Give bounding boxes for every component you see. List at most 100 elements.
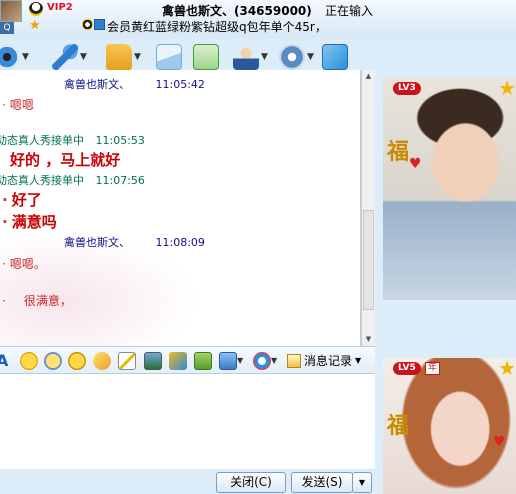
heart-icon: ♥ <box>409 156 422 172</box>
send-mail-icon <box>156 44 182 70</box>
format-toolbar: A ▼ ▼ 消息记录 ▼ <box>0 346 375 374</box>
vip-badge[interactable]: VIP2 <box>47 2 73 13</box>
magic-emoji-icon[interactable] <box>44 352 62 370</box>
message-body: 好的 ，马上就好 <box>10 151 121 169</box>
contact-show-photo[interactable]: LV3 ★ 福 ♥ <box>383 78 516 300</box>
message-input[interactable] <box>0 374 375 469</box>
contact-avatar[interactable] <box>0 0 22 22</box>
create-group-button[interactable] <box>193 42 219 72</box>
sender-name: 动态真人秀接单中 <box>0 174 84 187</box>
scroll-up-icon[interactable]: ▲ <box>363 71 374 82</box>
sender-name: 禽兽也斯文、 <box>64 236 130 249</box>
message-time: 11:08:09 <box>155 236 205 249</box>
message-header: 禽兽也斯文、 11:05:42 <box>64 76 205 92</box>
chevron-down-icon[interactable]: ▼ <box>22 52 29 62</box>
chevron-down-icon[interactable]: ▼ <box>307 52 314 62</box>
gift-icon[interactable] <box>93 352 111 370</box>
level-badge: LV5 <box>393 362 421 375</box>
message-text: · 很满意， <box>2 292 72 309</box>
qq-penguin-icon <box>29 2 43 16</box>
create-group-icon <box>193 44 219 70</box>
message-history[interactable]: 禽兽也斯文、 11:05:42 · 嗯嗯 动态真人秀接单中 11:05:53 好的… <box>0 70 361 346</box>
send-file-icon <box>106 44 132 70</box>
gear-icon <box>279 44 305 70</box>
message-record-label: 消息记录 <box>304 354 353 368</box>
heart-icon: ♥ <box>493 434 506 450</box>
message-text: · 满意吗 <box>2 211 57 232</box>
send-button[interactable]: 发送(S) <box>291 472 353 493</box>
chat-window-header: Q VIP2 ★ 禽兽也斯文、(34659000) 正在输入 会员黄红蓝绿粉紫钻… <box>0 0 516 38</box>
message-text: · 嗯嗯 <box>2 96 34 113</box>
soso-search-icon[interactable] <box>253 352 271 370</box>
message-header: 动态真人秀接单中 11:05:53 <box>0 132 145 148</box>
flower-decoration-icon: 福 <box>387 140 410 165</box>
scroll-down-icon[interactable]: ▼ <box>363 334 374 345</box>
bullet: · <box>2 98 6 112</box>
chat-scrollbar[interactable]: ▲ ▼ <box>361 70 375 346</box>
image-icon[interactable] <box>144 352 162 370</box>
message-header: 动态真人秀接单中 11:07:56 <box>0 172 145 188</box>
font-button[interactable]: A <box>0 352 14 370</box>
share-button[interactable] <box>322 42 348 72</box>
bullet: · <box>2 257 6 271</box>
music-icon[interactable] <box>169 352 187 370</box>
voice-call-button[interactable]: ▼ <box>52 42 87 72</box>
send-options-icon[interactable]: ▼ <box>352 472 372 493</box>
screenshot-icon[interactable] <box>219 352 237 370</box>
bottom-bar: 关闭(C) 发送(S) ▼ <box>0 469 375 494</box>
message-time: 11:05:53 <box>95 134 145 147</box>
video-call-button[interactable]: ▼ <box>0 42 29 72</box>
message-text: · 嗯嗯。 <box>2 255 46 272</box>
message-header: 禽兽也斯文、 11:08:09 <box>64 234 205 250</box>
star-icon: ★ <box>498 358 516 380</box>
chevron-down-icon[interactable]: ▼ <box>80 52 87 62</box>
typing-status: 正在输入 <box>325 4 374 18</box>
history-icon <box>287 353 301 368</box>
message-record-button[interactable]: 消息记录 ▼ <box>287 352 361 369</box>
message-text: · 好了 <box>2 189 42 210</box>
show-panel: LV3 ★ 福 ♥ LV5 年 ★ 福 ♥ <box>375 38 516 494</box>
game-icon[interactable] <box>194 352 212 370</box>
sender-name: 禽兽也斯文、 <box>64 78 130 91</box>
scroll-thumb[interactable] <box>363 210 374 310</box>
message-body: 好了 <box>11 191 42 209</box>
penguin-icon <box>82 19 93 30</box>
year-badge: 年 <box>425 362 441 375</box>
my-show-photo[interactable]: LV5 年 ★ 福 ♥ <box>383 358 516 494</box>
contact-signature: 会员黄红蓝绿粉紫钻超级q包年单个45r， <box>107 20 327 34</box>
voice-call-icon <box>52 44 78 70</box>
level-badge: LV3 <box>393 82 421 95</box>
message-body: 满意吗 <box>11 213 57 231</box>
close-button[interactable]: 关闭(C) <box>216 472 286 493</box>
remote-assist-button[interactable]: ▼ <box>233 42 268 72</box>
chevron-down-icon[interactable]: ▼ <box>261 52 268 62</box>
bullet: · <box>2 191 8 209</box>
message-text: 好的 ，马上就好 <box>10 149 120 170</box>
scribble-icon[interactable] <box>118 352 136 370</box>
chevron-down-icon[interactable]: ▼ <box>271 352 279 370</box>
app-settings-button[interactable]: ▼ <box>279 42 314 72</box>
remote-assist-icon <box>233 44 259 70</box>
sender-name: 动态真人秀接单中 <box>0 134 84 147</box>
bullet: · <box>2 213 8 231</box>
shake-icon[interactable] <box>68 352 86 370</box>
send-mail-button[interactable] <box>156 42 182 72</box>
avatar-badge: Q <box>0 22 14 34</box>
message-time: 11:07:56 <box>95 174 145 187</box>
message-body: 很满意， <box>23 294 72 308</box>
star-icon: ★ <box>498 78 516 100</box>
send-file-button[interactable]: ▼ <box>106 42 141 72</box>
flower-decoration-icon: 福 <box>387 414 410 439</box>
chevron-down-icon[interactable]: ▼ <box>237 352 245 370</box>
message-body: 嗯嗯。 <box>9 257 46 271</box>
emoji-icon[interactable] <box>20 352 38 370</box>
chevron-down-icon[interactable]: ▼ <box>134 52 141 62</box>
signature-icons <box>82 19 106 32</box>
bullet: · <box>2 294 6 308</box>
contact-name: 禽兽也斯文、(34659000) <box>162 4 312 18</box>
message-time: 11:05:42 <box>155 78 205 91</box>
checkbox-icon <box>94 19 105 30</box>
chevron-down-icon: ▼ <box>355 356 362 365</box>
star-icon[interactable]: ★ <box>29 19 43 33</box>
share-icon <box>322 44 348 70</box>
